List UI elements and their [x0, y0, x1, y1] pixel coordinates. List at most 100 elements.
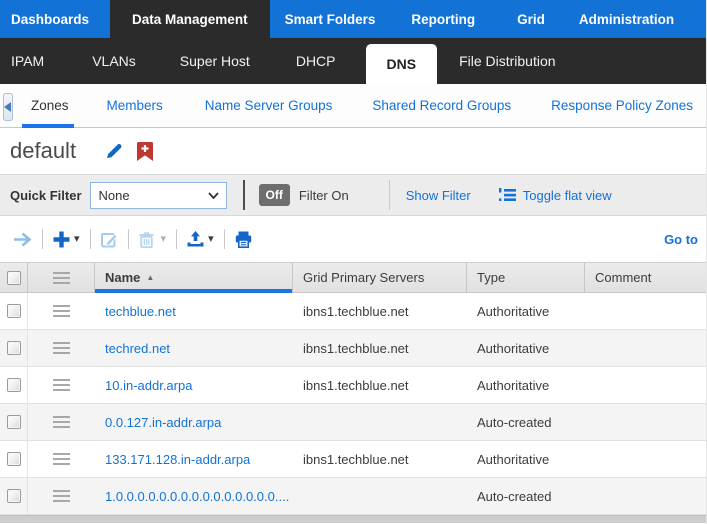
type-cell: Authoritative [467, 341, 585, 356]
column-header-name-label: Name [105, 270, 140, 285]
filter-on-label: Filter On [299, 188, 349, 203]
column-header-type-label: Type [477, 270, 505, 285]
column-header-comment-label: Comment [595, 270, 651, 285]
open-button[interactable] [8, 232, 37, 247]
grid-primary-servers-cell: ibns1.techblue.net [293, 341, 467, 356]
chevron-left-icon [4, 102, 12, 112]
row-checkbox[interactable] [7, 415, 21, 429]
filter-on-toggle[interactable]: Off [259, 184, 290, 206]
subnav-dhcp[interactable]: DHCP [280, 38, 352, 84]
nav-data-management[interactable]: Data Management [110, 0, 270, 38]
next-row-edge [0, 515, 706, 523]
bookmark-add-icon [137, 142, 153, 161]
show-filter-link[interactable]: Show Filter [406, 188, 471, 203]
row-checkbox[interactable] [7, 489, 21, 503]
table-row: techblue.net ibns1.techblue.net Authorit… [0, 293, 706, 330]
row-checkbox[interactable] [7, 452, 21, 466]
grid-toolbar: ▾ ▾ ▾ [0, 216, 706, 262]
zone-name-link[interactable]: 10.in-addr.arpa [95, 378, 293, 393]
type-cell: Auto-created [467, 415, 585, 430]
chevron-down-icon [208, 192, 219, 199]
tab-name-server-groups[interactable]: Name Server Groups [191, 84, 347, 127]
goto-link[interactable]: Go to [664, 232, 698, 247]
arrow-right-icon [13, 232, 32, 247]
table-header-row: Name ▲ Grid Primary Servers Type Comment [0, 263, 706, 293]
select-all-checkbox[interactable] [7, 271, 21, 285]
nav-reporting[interactable]: Reporting [398, 0, 488, 38]
column-header-comment[interactable]: Comment [585, 263, 706, 292]
divider [90, 229, 91, 249]
app-window: Dashboards Data Management Smart Folders… [0, 0, 707, 524]
grid-primary-servers-cell: ibns1.techblue.net [293, 378, 467, 393]
table-row: 1.0.0.0.0.0.0.0.0.0.0.0.0.0.0.0.... Auto… [0, 478, 706, 515]
printer-icon [235, 231, 252, 248]
subnav-vlans[interactable]: VLANs [76, 38, 152, 84]
divider [42, 229, 43, 249]
edit-view-button[interactable] [104, 141, 124, 161]
row-drag-handle[interactable] [53, 379, 70, 391]
nav-smart-folders[interactable]: Smart Folders [272, 0, 389, 38]
row-checkbox[interactable] [7, 378, 21, 392]
table-row: 10.in-addr.arpa ibns1.techblue.net Autho… [0, 367, 706, 404]
page-title: default [10, 138, 76, 164]
row-checkbox[interactable] [7, 304, 21, 318]
quick-filter-label: Quick Filter [10, 188, 82, 203]
column-header-type[interactable]: Type [467, 263, 585, 292]
subnav-ipam[interactable]: IPAM [0, 38, 60, 84]
sort-ascending-icon: ▲ [146, 273, 154, 282]
nav-grid[interactable]: Grid [504, 0, 558, 38]
caret-down-icon: ▾ [161, 234, 167, 245]
nav-administration[interactable]: Administration [566, 0, 687, 38]
quick-filter-dropdown[interactable]: None [90, 182, 227, 209]
zones-table: Name ▲ Grid Primary Servers Type Comment… [0, 262, 706, 523]
print-button[interactable] [230, 231, 257, 248]
flat-list-icon [499, 188, 516, 202]
edit-button[interactable] [96, 231, 123, 248]
row-drag-handle[interactable] [53, 342, 70, 354]
quick-filter-bar: Quick Filter None Off Filter On Show Fil… [0, 174, 706, 216]
type-cell: Authoritative [467, 378, 585, 393]
zone-name-link[interactable]: 0.0.127.in-addr.arpa [95, 415, 293, 430]
type-cell: Auto-created [467, 489, 585, 504]
plus-icon [53, 231, 70, 248]
divider [128, 229, 129, 249]
zone-name-link[interactable]: 133.171.128.in-addr.arpa [95, 452, 293, 467]
zone-name-link[interactable]: techblue.net [95, 304, 293, 319]
grid-primary-servers-cell: ibns1.techblue.net [293, 452, 467, 467]
scroll-tabs-left-button[interactable] [3, 93, 13, 121]
row-drag-handle[interactable] [53, 453, 70, 465]
trash-icon [139, 231, 154, 248]
page-header: default [0, 128, 706, 174]
tab-members[interactable]: Members [93, 84, 177, 127]
add-button[interactable]: ▾ [48, 231, 85, 248]
bookmark-add-button[interactable] [137, 142, 153, 161]
caret-down-icon: ▾ [208, 234, 214, 245]
divider [243, 180, 245, 210]
row-checkbox[interactable] [7, 341, 21, 355]
row-drag-handle[interactable] [53, 305, 70, 317]
tab-response-policy-zones[interactable]: Response Policy Zones [537, 84, 707, 127]
nav-dashboards[interactable]: Dashboards [0, 0, 102, 38]
zone-name-link[interactable]: 1.0.0.0.0.0.0.0.0.0.0.0.0.0.0.0.... [95, 489, 293, 504]
subnav-super-host[interactable]: Super Host [164, 38, 266, 84]
zone-name-link[interactable]: techred.net [95, 341, 293, 356]
tab-shared-record-groups[interactable]: Shared Record Groups [358, 84, 525, 127]
export-button[interactable]: ▾ [182, 231, 219, 247]
table-row: techred.net ibns1.techblue.net Authorita… [0, 330, 706, 367]
subnav-dns[interactable]: DNS [366, 44, 438, 84]
row-drag-handle[interactable] [53, 416, 70, 428]
grid-primary-servers-cell: ibns1.techblue.net [293, 304, 467, 319]
row-drag-handle[interactable] [53, 490, 70, 502]
select-all-checkbox-cell [0, 263, 28, 292]
delete-button[interactable]: ▾ [134, 231, 172, 248]
column-header-name[interactable]: Name ▲ [95, 263, 293, 292]
column-header-grid-primary-servers[interactable]: Grid Primary Servers [293, 263, 467, 292]
subnav-file-distribution[interactable]: File Distribution [443, 38, 571, 84]
toggle-flat-view-link[interactable]: Toggle flat view [499, 188, 612, 203]
divider [176, 229, 177, 249]
type-cell: Authoritative [467, 304, 585, 319]
table-row: 0.0.127.in-addr.arpa Auto-created [0, 404, 706, 441]
tab-zones[interactable]: Zones [17, 84, 83, 127]
view-tabstrip: Zones Members Name Server Groups Shared … [0, 84, 706, 128]
hamburger-icon [53, 272, 70, 284]
